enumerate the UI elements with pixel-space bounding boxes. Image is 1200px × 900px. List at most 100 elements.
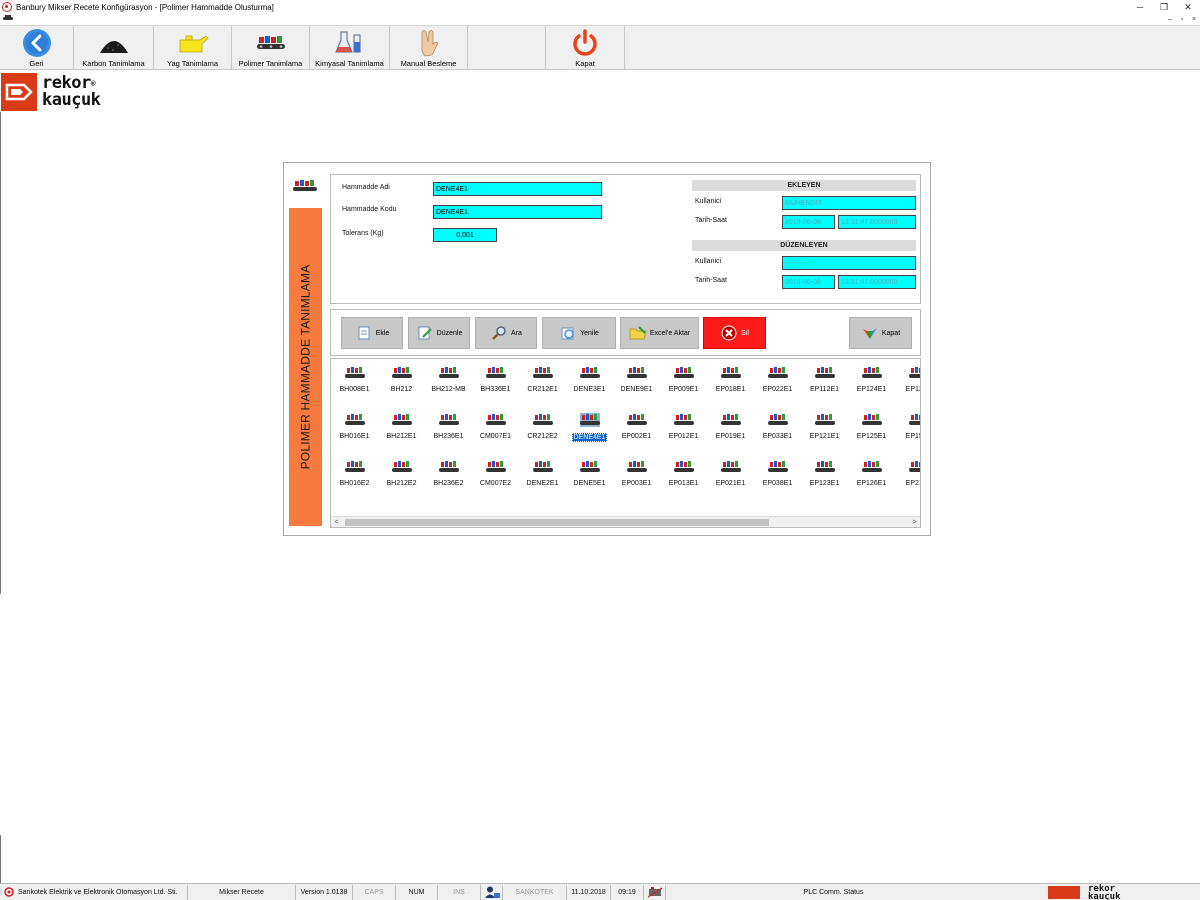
chemical-button[interactable]: Kimyasal Tanimlama — [310, 26, 390, 70]
user-icon — [481, 884, 503, 900]
polymer-item[interactable]: BH212E1 — [378, 408, 425, 442]
oil-button[interactable]: Yag Tanimlama — [154, 26, 232, 70]
main-toolbar: Geri Karbon Tanimlama Yag Tanimlama Poli… — [0, 25, 1200, 70]
polymer-item-icon — [861, 366, 882, 380]
search-button[interactable]: Ara — [475, 317, 537, 349]
polymer-item[interactable]: CR212E1 — [519, 361, 566, 395]
polymer-item[interactable]: EP003E1 — [613, 455, 660, 489]
polymer-item[interactable]: DENE3E1 — [566, 361, 613, 395]
scrollbar-thumb[interactable] — [345, 519, 769, 526]
refresh-icon — [559, 324, 577, 342]
scroll-left-arrow[interactable]: < — [331, 517, 342, 527]
name-input[interactable]: DENE4E1 — [433, 182, 602, 196]
polymer-item[interactable]: BH016E1 — [331, 408, 378, 442]
polymer-item-label: EP003E1 — [621, 480, 652, 487]
polymer-item-icon — [814, 366, 835, 380]
back-button[interactable]: Geri — [0, 26, 74, 70]
polymer-item[interactable]: EP112E1 — [801, 361, 848, 395]
polymer-item[interactable]: EP123E1 — [801, 455, 848, 489]
polymer-item[interactable]: CM007E1 — [472, 408, 519, 442]
edit-button[interactable]: Düzenle — [408, 317, 470, 349]
carbon-button[interactable]: Karbon Tanimlama — [74, 26, 154, 70]
status-time: 09:19 — [611, 884, 644, 900]
polymer-item-label: BH236E2 — [433, 480, 464, 487]
polymer-button[interactable]: Polimer Tanimlama — [232, 26, 310, 70]
polymer-item-icon — [908, 413, 920, 427]
polymer-item-icon — [720, 366, 741, 380]
polymer-item[interactable]: DENE5E1 — [566, 455, 613, 489]
polymer-item-icon — [344, 366, 365, 380]
status-user: SANKOTEK — [503, 884, 567, 900]
polymer-item-label: BH212-MB — [431, 386, 466, 393]
delete-button[interactable]: Sil — [703, 317, 766, 349]
tolerance-input[interactable]: 0,001 — [433, 228, 497, 242]
polymer-item[interactable]: EP219E — [895, 455, 920, 489]
exit-button[interactable]: Kapat — [546, 26, 625, 70]
refresh-button[interactable]: Yenile — [542, 317, 616, 349]
horizontal-scrollbar[interactable]: < > — [331, 516, 920, 527]
added-by-header: EKLEYEN — [692, 180, 916, 191]
polymer-item[interactable]: EP150E — [895, 408, 920, 442]
polymer-item[interactable]: BH212 — [378, 361, 425, 395]
polymer-item[interactable]: EP033E1 — [754, 408, 801, 442]
polymer-item[interactable]: DENE2E1 — [519, 455, 566, 489]
polymer-item[interactable]: BH236E2 — [425, 455, 472, 489]
chemical-flask-icon — [333, 28, 367, 58]
polymer-item-label: EP002E1 — [621, 433, 652, 440]
polymer-item[interactable]: EP121E1 — [801, 408, 848, 442]
polymer-item[interactable]: EP022E1 — [754, 361, 801, 395]
mdi-close-button[interactable]: × — [1188, 14, 1200, 24]
polymer-item[interactable]: EP013E1 — [660, 455, 707, 489]
app-logo-icon — [2, 2, 12, 12]
polymer-item-label: EP021E1 — [715, 480, 746, 487]
scroll-right-arrow[interactable]: > — [909, 517, 920, 527]
add-document-icon — [355, 324, 373, 342]
polymer-item[interactable]: EP125E1 — [848, 408, 895, 442]
polymer-item-icon — [438, 460, 459, 474]
code-input[interactable]: DENE4E1 — [433, 205, 602, 219]
polymer-item[interactable]: EP021E1 — [707, 455, 754, 489]
polymer-item-icon — [767, 460, 788, 474]
polymer-item[interactable]: EP002E1 — [613, 408, 660, 442]
brand-name: rekor® kauçuk — [42, 75, 101, 109]
close-window-button[interactable]: ✕ — [1176, 0, 1200, 14]
polymer-item[interactable]: EP128E — [895, 361, 920, 395]
polymer-item[interactable]: EP012E1 — [660, 408, 707, 442]
polymer-item-icon — [720, 413, 741, 427]
status-brand-line2: kauçuk — [1088, 891, 1121, 900]
export-excel-button[interactable]: Excel'e Aktar — [620, 317, 699, 349]
polymer-item[interactable]: BH008E1 — [331, 361, 378, 395]
polymer-item-icon — [579, 413, 600, 427]
close-dialog-button[interactable]: Kapat — [849, 317, 912, 349]
polymer-item[interactable]: BH336E1 — [472, 361, 519, 395]
polymer-item[interactable]: EP009E1 — [660, 361, 707, 395]
polymer-conveyor-icon — [254, 28, 288, 58]
polymer-item[interactable]: EP124E1 — [848, 361, 895, 395]
maximize-button[interactable]: ❐ — [1152, 0, 1176, 14]
added-date-field: 2018-06-08 — [782, 215, 835, 229]
polymer-item-label: EP121E1 — [809, 433, 840, 440]
polymer-item-icon — [908, 460, 920, 474]
add-button[interactable]: Ekle — [341, 317, 403, 349]
polymer-item[interactable]: CM007E2 — [472, 455, 519, 489]
polymer-item-label: EP150E — [905, 433, 920, 440]
polymer-item-label: DENE4E1 — [571, 433, 608, 442]
mdi-minimize-button[interactable]: – — [1164, 14, 1176, 24]
minimize-button[interactable]: ─ — [1128, 0, 1152, 14]
add-button-label: Ekle — [375, 329, 390, 337]
polymer-item[interactable]: EP038E1 — [754, 455, 801, 489]
added-date-label: Tarih-Saat — [695, 217, 727, 224]
polymer-item[interactable]: EP018E1 — [707, 361, 754, 395]
polymer-item[interactable]: BH236E1 — [425, 408, 472, 442]
polymer-item[interactable]: EP126E1 — [848, 455, 895, 489]
polymer-item[interactable]: CR212E2 — [519, 408, 566, 442]
mdi-restore-button[interactable]: ▫ — [1176, 14, 1188, 24]
manual-feed-button[interactable]: Manual Besleme — [390, 26, 468, 70]
polymer-item[interactable]: BH212E2 — [378, 455, 425, 489]
polymer-item[interactable]: BH212-MB — [425, 361, 472, 395]
polymer-item[interactable]: DENE9E1 — [613, 361, 660, 395]
polymer-item[interactable]: BH016E2 — [331, 455, 378, 489]
polymer-item[interactable]: DENE4E1 — [566, 408, 613, 442]
polymer-item[interactable]: EP019E1 — [707, 408, 754, 442]
edited-user-field: --------- — [782, 256, 916, 270]
